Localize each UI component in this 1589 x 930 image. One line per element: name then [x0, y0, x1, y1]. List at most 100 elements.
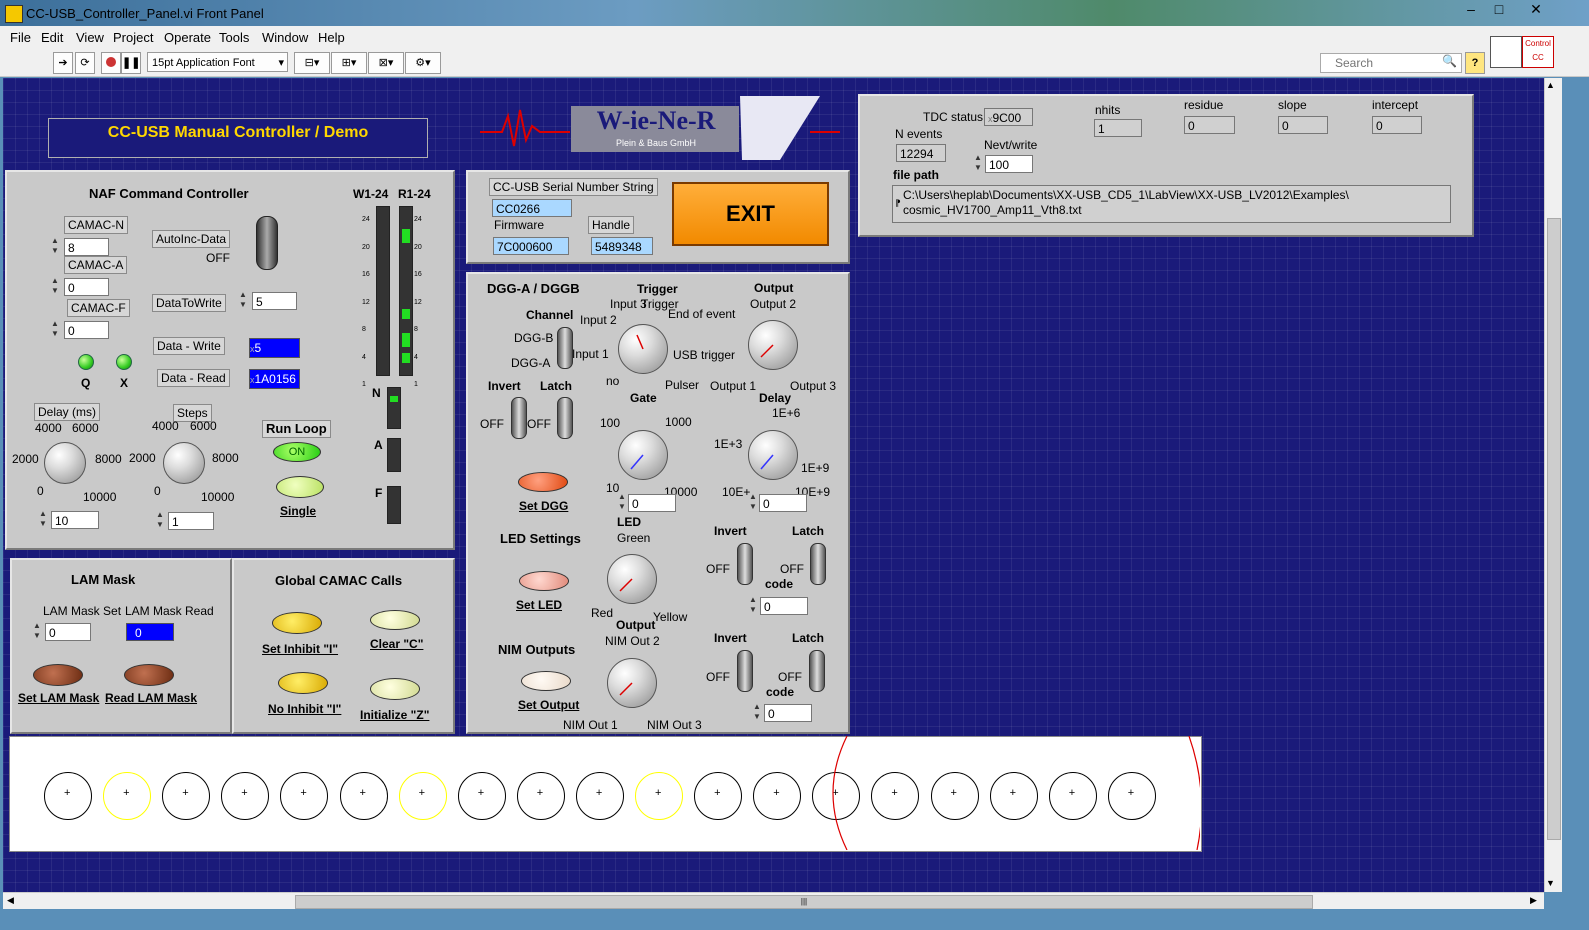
menu-tools[interactable]: Tools: [219, 30, 249, 45]
set-inhibit-button[interactable]: [272, 612, 322, 634]
scroll-left-icon[interactable]: ◀: [7, 895, 14, 906]
dgg-delay-spinner[interactable]: ▲ ▼: [748, 492, 758, 512]
steps-tick-4000: 4000: [152, 419, 179, 433]
camac-f-spinner[interactable]: ▲ ▼: [50, 319, 60, 339]
menu-edit[interactable]: Edit: [41, 30, 63, 45]
resize-objects-icon[interactable]: ⊠▾: [368, 52, 404, 74]
delay-knob[interactable]: [44, 442, 86, 484]
camac-a-input[interactable]: 0: [64, 278, 109, 296]
horizontal-scroll-thumb[interactable]: |||: [295, 895, 1313, 909]
nim-output-knob[interactable]: [607, 658, 657, 708]
help-button[interactable]: ?: [1465, 52, 1485, 74]
run-continuously-icon[interactable]: ⟳: [75, 52, 95, 74]
gate-1000: 1000: [665, 415, 692, 429]
set-led-button[interactable]: [519, 571, 569, 591]
nim-invert-toggle[interactable]: [737, 650, 753, 692]
nevt-write-spinner[interactable]: ▲ ▼: [973, 153, 983, 173]
scroll-right-icon[interactable]: ▶: [1530, 895, 1537, 906]
file-path-line2: cosmic_HV1700_Amp11_Vth8.txt: [903, 203, 1082, 217]
minimize-button[interactable]: –: [1456, 0, 1486, 20]
r-tick-label: 1: [414, 381, 418, 388]
scroll-down-icon[interactable]: ▼: [1546, 878, 1555, 888]
latch-toggle[interactable]: [557, 397, 573, 439]
led-code-spinner[interactable]: ▲ ▼: [748, 595, 758, 615]
channel-toggle[interactable]: [557, 327, 573, 369]
led-code-input[interactable]: 0: [760, 597, 808, 615]
delay-1e3: 1E+3: [714, 437, 743, 451]
set-lam-mask-button[interactable]: [33, 664, 83, 686]
menu-view[interactable]: View: [76, 30, 104, 45]
invert-toggle[interactable]: [511, 397, 527, 439]
run-arrow-icon[interactable]: ➔: [53, 52, 73, 74]
logo-text: W-ie-Ne-R: [596, 106, 716, 135]
lam-set-input[interactable]: 0: [45, 623, 91, 641]
horizontal-scrollbar[interactable]: ◀ ||| ▶: [3, 892, 1544, 910]
steps-knob[interactable]: [163, 442, 205, 484]
gate-spinner[interactable]: ▲ ▼: [617, 492, 627, 512]
search-input[interactable]: [1333, 54, 1447, 72]
lam-set-spinner[interactable]: ▲ ▼: [32, 621, 42, 641]
initialize-button[interactable]: [370, 678, 420, 700]
menu-project[interactable]: Project: [113, 30, 153, 45]
vertical-scroll-thumb[interactable]: [1547, 218, 1561, 840]
font-select[interactable]: 15pt Application Font ▾: [147, 52, 288, 72]
gate-100: 100: [600, 416, 621, 430]
maximize-button[interactable]: □: [1484, 0, 1514, 20]
close-button[interactable]: ✕: [1519, 0, 1553, 20]
nim-output-label: Output: [616, 618, 656, 632]
vertical-scrollbar[interactable]: ▲ ▼: [1544, 78, 1562, 892]
steps-input[interactable]: 1: [168, 512, 214, 530]
scroll-up-icon[interactable]: ▲: [1546, 80, 1555, 90]
output-knob[interactable]: [748, 320, 798, 370]
read-lam-mask-button[interactable]: [124, 664, 174, 686]
menu-window[interactable]: Window: [262, 30, 308, 45]
nevt-write-input[interactable]: 100: [985, 155, 1033, 173]
file-path-line1: C:\Users\heplab\Documents\XX-USB_CD5_1\L…: [903, 188, 1349, 202]
nim-code-spinner[interactable]: ▲ ▼: [752, 702, 762, 722]
datatowrite-spinner[interactable]: ▲ ▼: [238, 290, 248, 310]
led-latch-toggle[interactable]: [810, 543, 826, 585]
delay-input[interactable]: 10: [51, 511, 99, 529]
nim-latch-toggle[interactable]: [809, 650, 825, 692]
camac-n-input[interactable]: 8: [64, 238, 109, 256]
search-icon[interactable]: 🔍: [1442, 54, 1457, 68]
led-knob[interactable]: [607, 554, 657, 604]
set-dgg-button[interactable]: [518, 472, 568, 492]
nim-invert-label: Invert: [714, 631, 747, 645]
distribute-objects-icon[interactable]: ⊞▾: [331, 52, 367, 74]
no-inhibit-button[interactable]: [278, 672, 328, 694]
set-output-button[interactable]: [521, 671, 571, 691]
autoinc-toggle[interactable]: [256, 216, 278, 270]
a-label: A: [374, 438, 383, 452]
steps-tick-2000: 2000: [129, 451, 156, 465]
steps-spinner[interactable]: ▲ ▼: [155, 510, 165, 530]
camac-n-spinner[interactable]: ▲ ▼: [50, 236, 60, 256]
gate-knob[interactable]: [618, 430, 668, 480]
delay-spinner[interactable]: ▲ ▼: [38, 509, 48, 529]
camac-f-input[interactable]: 0: [64, 321, 109, 339]
datatowrite-input[interactable]: 5: [252, 292, 297, 310]
pause-icon[interactable]: ❚❚: [121, 52, 141, 74]
menu-file[interactable]: File: [10, 30, 31, 45]
delay-1e6: 1E+6: [772, 406, 801, 420]
trigger-knob[interactable]: [618, 324, 668, 374]
q-label: Q: [81, 376, 91, 390]
menu-help[interactable]: Help: [318, 30, 345, 45]
abort-icon[interactable]: [101, 52, 121, 74]
dgg-delay-knob[interactable]: [748, 430, 798, 480]
gate-input[interactable]: 0: [628, 494, 676, 512]
led-invert-toggle[interactable]: [737, 543, 753, 585]
reorder-icon[interactable]: ⚙▾: [405, 52, 441, 74]
align-objects-icon[interactable]: ⊟▾: [294, 52, 330, 74]
run-loop-button[interactable]: ON: [273, 442, 321, 462]
clear-button[interactable]: [370, 610, 420, 630]
vi-icon: [1490, 36, 1522, 68]
clear-label: Clear "C": [370, 637, 424, 651]
single-button[interactable]: [276, 476, 324, 498]
exit-button[interactable]: EXIT: [672, 182, 829, 246]
nim-code-input[interactable]: 0: [764, 704, 812, 722]
dgg-delay-input[interactable]: 0: [759, 494, 807, 512]
search-box[interactable]: 🔍: [1320, 53, 1462, 73]
menu-operate[interactable]: Operate: [164, 30, 211, 45]
camac-a-spinner[interactable]: ▲ ▼: [50, 276, 60, 296]
